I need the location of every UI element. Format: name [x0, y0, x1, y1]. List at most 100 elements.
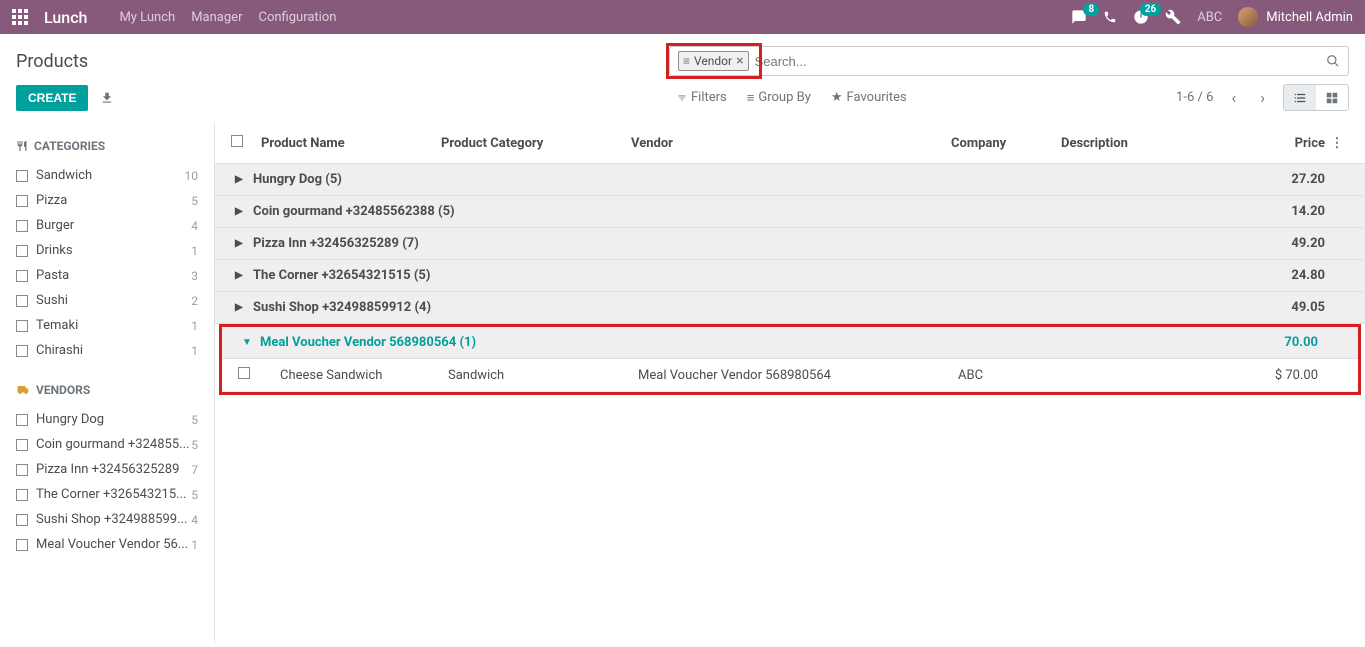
- nav-manager[interactable]: Manager: [191, 10, 242, 25]
- user-menu[interactable]: Mitchell Admin: [1238, 7, 1353, 27]
- caret-down-icon: ▼: [242, 337, 254, 348]
- sidebar-vendor-item[interactable]: Hungry Dog5: [16, 407, 198, 432]
- vendor-count: 1: [191, 538, 198, 552]
- category-count: 1: [191, 244, 198, 258]
- checkbox[interactable]: [16, 170, 28, 182]
- group-label: Pizza Inn +32456325289 (7): [253, 236, 1245, 251]
- nav-my-lunch[interactable]: My Lunch: [119, 10, 175, 25]
- checkbox[interactable]: [16, 295, 28, 307]
- search-box[interactable]: ≡ Vendor ×: [669, 46, 1349, 76]
- group-row[interactable]: ▼Meal Voucher Vendor 568980564 (1)70.00: [222, 327, 1358, 359]
- vendor-label: Sushi Shop +324988599...: [36, 512, 191, 527]
- sidebar-category-item[interactable]: Pasta3: [16, 263, 198, 288]
- import-button[interactable]: [100, 90, 114, 106]
- cell-price: $ 70.00: [1238, 368, 1318, 383]
- page-title: Products: [16, 51, 88, 72]
- group-label: Hungry Dog (5): [253, 172, 1245, 187]
- col-category[interactable]: Product Category: [441, 136, 631, 151]
- checkbox[interactable]: [16, 439, 28, 451]
- sidebar-category-item[interactable]: Sandwich10: [16, 163, 198, 188]
- user-company[interactable]: ABC: [1197, 10, 1222, 25]
- category-count: 1: [191, 344, 198, 358]
- sidebar-category-item[interactable]: Burger4: [16, 213, 198, 238]
- group-row[interactable]: ▶Coin gourmand +32485562388 (5)14.20: [215, 196, 1365, 228]
- groupby-dropdown[interactable]: ≡ Group By: [747, 84, 811, 111]
- category-count: 4: [191, 219, 198, 233]
- group-row[interactable]: ▶Sushi Shop +32498859912 (4)49.05: [215, 292, 1365, 324]
- navbar: Lunch My Lunch Manager Configuration 8 2…: [0, 0, 1365, 34]
- checkbox[interactable]: [16, 464, 28, 476]
- category-label: Pizza: [36, 193, 191, 208]
- sidebar-vendor-item[interactable]: Meal Voucher Vendor 56...1: [16, 532, 198, 557]
- checkbox[interactable]: [16, 539, 28, 551]
- col-name[interactable]: Product Name: [261, 136, 441, 151]
- group-price: 27.20: [1245, 172, 1325, 187]
- create-button[interactable]: CREATE: [16, 85, 88, 111]
- checkbox[interactable]: [16, 220, 28, 232]
- checkbox[interactable]: [16, 245, 28, 257]
- group-price: 49.20: [1245, 236, 1325, 251]
- activity-icon[interactable]: 26: [1133, 9, 1149, 25]
- nav-configuration[interactable]: Configuration: [258, 10, 336, 25]
- view-kanban-button[interactable]: [1316, 85, 1348, 110]
- col-options[interactable]: ⋮: [1325, 136, 1349, 151]
- checkbox[interactable]: [16, 514, 28, 526]
- sidebar-category-item[interactable]: Drinks1: [16, 238, 198, 263]
- table-row[interactable]: Cheese SandwichSandwichMeal Voucher Vend…: [222, 359, 1358, 392]
- facet-label: Vendor: [694, 54, 732, 68]
- group-label: Sushi Shop +32498859912 (4): [253, 300, 1245, 315]
- sidebar-vendor-item[interactable]: Coin gourmand +324855...5: [16, 432, 198, 457]
- col-vendor[interactable]: Vendor: [631, 136, 951, 151]
- checkbox[interactable]: [16, 345, 28, 357]
- group-row[interactable]: ▶ Hungry Dog (5)27.20: [215, 164, 1365, 196]
- sidebar-vendor-item[interactable]: The Corner +326543215...5: [16, 482, 198, 507]
- pager-text: 1-6 / 6: [1176, 90, 1213, 105]
- cell-vendor: Meal Voucher Vendor 568980564: [638, 368, 958, 383]
- col-price[interactable]: Price: [1245, 136, 1325, 151]
- col-description[interactable]: Description: [1061, 136, 1245, 151]
- list-icon: ≡: [683, 54, 690, 68]
- phone-icon[interactable]: [1103, 10, 1117, 24]
- table-header: Product Name Product Category Vendor Com…: [215, 123, 1365, 164]
- main: CATEGORIES Sandwich10Pizza5Burger4Drinks…: [0, 123, 1365, 643]
- search-icon[interactable]: [1326, 54, 1340, 69]
- sidebar-category-item[interactable]: Sushi2: [16, 288, 198, 313]
- sidebar-category-item[interactable]: Temaki1: [16, 313, 198, 338]
- content: Product Name Product Category Vendor Com…: [215, 123, 1365, 643]
- sidebar-vendor-item[interactable]: Sushi Shop +324988599...4: [16, 507, 198, 532]
- sidebar-vendor-item[interactable]: Pizza Inn +324563252897: [16, 457, 198, 482]
- caret-right-icon: ▶: [235, 174, 247, 185]
- group-price: 14.20: [1245, 204, 1325, 219]
- sidebar-category-item[interactable]: Pizza5: [16, 188, 198, 213]
- group-row[interactable]: ▶Pizza Inn +32456325289 (7)49.20: [215, 228, 1365, 260]
- col-company[interactable]: Company: [951, 136, 1061, 151]
- select-all-checkbox[interactable]: [231, 135, 243, 147]
- group-row[interactable]: ▶The Corner +32654321515 (5)24.80: [215, 260, 1365, 292]
- apps-icon[interactable]: [12, 9, 28, 25]
- favourites-dropdown[interactable]: ★ Favourites: [831, 84, 907, 111]
- vendor-label: Pizza Inn +32456325289: [36, 462, 191, 477]
- checkbox[interactable]: [16, 489, 28, 501]
- cell-category: Sandwich: [448, 368, 638, 383]
- checkbox[interactable]: [16, 414, 28, 426]
- search-input[interactable]: [755, 54, 1326, 69]
- category-label: Pasta: [36, 268, 191, 283]
- close-icon[interactable]: ×: [736, 53, 743, 69]
- category-label: Temaki: [36, 318, 191, 333]
- checkbox[interactable]: [16, 270, 28, 282]
- category-count: 1: [191, 319, 198, 333]
- filters-dropdown[interactable]: Filters: [677, 84, 727, 111]
- chat-icon[interactable]: 8: [1071, 9, 1087, 25]
- group-label: Coin gourmand +32485562388 (5): [253, 204, 1245, 219]
- checkbox[interactable]: [16, 320, 28, 332]
- checkbox[interactable]: [16, 195, 28, 207]
- pager-prev[interactable]: ‹: [1225, 86, 1242, 109]
- vendor-count: 5: [191, 488, 198, 502]
- sidebar-category-item[interactable]: Chirashi1: [16, 338, 198, 363]
- search-facet-vendor[interactable]: ≡ Vendor ×: [678, 51, 749, 71]
- tools-icon[interactable]: [1165, 9, 1181, 25]
- vendor-count: 5: [191, 438, 198, 452]
- view-list-button[interactable]: [1284, 85, 1316, 110]
- pager-next[interactable]: ›: [1254, 86, 1271, 109]
- row-checkbox[interactable]: [238, 367, 250, 379]
